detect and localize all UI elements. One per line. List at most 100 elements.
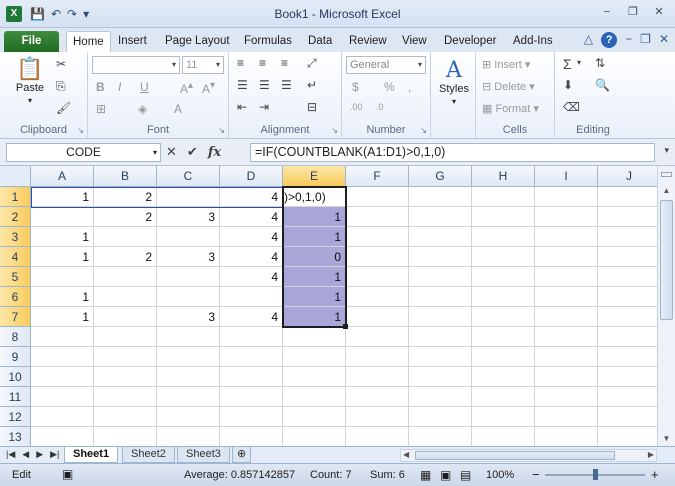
tab-review[interactable]: Review bbox=[343, 31, 393, 52]
percent-button[interactable]: % bbox=[384, 80, 395, 94]
cell-b11[interactable] bbox=[94, 387, 157, 407]
align-center-icon[interactable]: ☰ bbox=[259, 78, 270, 92]
cell-f9[interactable] bbox=[346, 347, 409, 367]
cell-d7[interactable]: 4 bbox=[220, 307, 283, 327]
cell-e11[interactable] bbox=[283, 387, 346, 407]
cell-h2[interactable] bbox=[472, 207, 535, 227]
bold-button[interactable]: B bbox=[96, 80, 105, 94]
merge-center-icon[interactable]: ⊟ bbox=[307, 100, 317, 114]
cell-a2[interactable] bbox=[31, 207, 94, 227]
cell-e2[interactable]: 1 bbox=[283, 207, 346, 227]
increase-decimal-button[interactable]: .00 bbox=[350, 102, 363, 112]
sort-filter-icon[interactable]: ⇅ bbox=[595, 56, 605, 70]
cell-h12[interactable] bbox=[472, 407, 535, 427]
cell-g7[interactable] bbox=[409, 307, 472, 327]
delete-cells-button[interactable]: ⊟ Delete ▾ bbox=[482, 80, 535, 93]
cell-e5[interactable]: 1 bbox=[283, 267, 346, 287]
cell-i11[interactable] bbox=[535, 387, 598, 407]
zoom-out-button[interactable]: − bbox=[532, 467, 540, 482]
cell-i3[interactable] bbox=[535, 227, 598, 247]
font-color-icon[interactable]: A bbox=[174, 102, 182, 116]
cell-j4[interactable] bbox=[598, 247, 657, 267]
cell-b10[interactable] bbox=[94, 367, 157, 387]
cell-j1[interactable] bbox=[598, 187, 657, 207]
paste-button[interactable]: 📋 Paste ▾ bbox=[10, 56, 50, 106]
cell-d1[interactable]: 4 bbox=[220, 187, 283, 207]
cell-a3[interactable]: 1 bbox=[31, 227, 94, 247]
align-middle-icon[interactable]: ≡ bbox=[259, 56, 266, 70]
cell-i2[interactable] bbox=[535, 207, 598, 227]
cell-g9[interactable] bbox=[409, 347, 472, 367]
cell-i4[interactable] bbox=[535, 247, 598, 267]
cell-e10[interactable] bbox=[283, 367, 346, 387]
normal-view-icon[interactable]: ▦ bbox=[420, 468, 431, 482]
enter-icon[interactable]: ✔ bbox=[187, 144, 198, 160]
cell-d5[interactable]: 4 bbox=[220, 267, 283, 287]
cell-h6[interactable] bbox=[472, 287, 535, 307]
cell-d9[interactable] bbox=[220, 347, 283, 367]
cell-f5[interactable] bbox=[346, 267, 409, 287]
fill-icon[interactable]: ⬇ bbox=[563, 78, 573, 92]
cell-j7[interactable] bbox=[598, 307, 657, 327]
restore-button[interactable]: ❐ bbox=[621, 3, 645, 21]
number-format-dropdown[interactable]: General ▾ bbox=[346, 56, 426, 74]
prev-sheet-icon[interactable]: ◀ bbox=[22, 449, 29, 460]
column-header-j[interactable]: J bbox=[598, 166, 657, 187]
cell-b3[interactable] bbox=[94, 227, 157, 247]
cell-j12[interactable] bbox=[598, 407, 657, 427]
alignment-launcher-icon[interactable]: ↘ bbox=[331, 126, 338, 135]
cell-f2[interactable] bbox=[346, 207, 409, 227]
column-header-a[interactable]: A bbox=[31, 166, 94, 187]
cell-i6[interactable] bbox=[535, 287, 598, 307]
cell-a7[interactable]: 1 bbox=[31, 307, 94, 327]
cell-g12[interactable] bbox=[409, 407, 472, 427]
sheet-tab-sheet3[interactable]: Sheet3 bbox=[177, 447, 230, 463]
last-sheet-icon[interactable]: ▶| bbox=[50, 449, 59, 460]
cell-a11[interactable] bbox=[31, 387, 94, 407]
window-restore-icon[interactable]: ❐ bbox=[640, 32, 651, 48]
cell-d11[interactable] bbox=[220, 387, 283, 407]
row-header-11[interactable]: 11 bbox=[0, 387, 31, 407]
expand-formula-bar-icon[interactable]: ▾ bbox=[664, 145, 669, 156]
sheet-tab-sheet2[interactable]: Sheet2 bbox=[122, 447, 175, 463]
cell-j9[interactable] bbox=[598, 347, 657, 367]
cell-d12[interactable] bbox=[220, 407, 283, 427]
horizontal-scrollbar[interactable]: ◀ ▶ bbox=[400, 449, 657, 462]
cell-c10[interactable] bbox=[157, 367, 220, 387]
font-launcher-icon[interactable]: ↘ bbox=[218, 126, 225, 135]
align-left-icon[interactable]: ☰ bbox=[237, 78, 248, 92]
cell-g11[interactable] bbox=[409, 387, 472, 407]
cell-h9[interactable] bbox=[472, 347, 535, 367]
cell-f12[interactable] bbox=[346, 407, 409, 427]
cell-h4[interactable] bbox=[472, 247, 535, 267]
row-header-9[interactable]: 9 bbox=[0, 347, 31, 367]
cell-h8[interactable] bbox=[472, 327, 535, 347]
name-box[interactable]: CODE ▾ bbox=[6, 143, 161, 162]
insert-sheet-icon[interactable]: ⊕ bbox=[232, 447, 252, 463]
cell-i1[interactable] bbox=[535, 187, 598, 207]
cell-b13[interactable] bbox=[94, 427, 157, 446]
cell-h11[interactable] bbox=[472, 387, 535, 407]
cell-c3[interactable] bbox=[157, 227, 220, 247]
italic-button[interactable]: I bbox=[118, 80, 121, 94]
minimize-button[interactable]: − bbox=[595, 3, 619, 21]
row-header-13[interactable]: 13 bbox=[0, 427, 31, 446]
cell-i12[interactable] bbox=[535, 407, 598, 427]
formula-input[interactable]: =IF(COUNTBLANK(A1:D1)>0,1,0) bbox=[250, 143, 655, 162]
cell-e13[interactable] bbox=[283, 427, 346, 446]
cell-c6[interactable] bbox=[157, 287, 220, 307]
cell-e1[interactable]: )>0,1,0) bbox=[283, 187, 346, 207]
decrease-decimal-button[interactable]: .0 bbox=[376, 102, 384, 112]
cell-c13[interactable] bbox=[157, 427, 220, 446]
column-header-d[interactable]: D bbox=[220, 166, 283, 187]
tab-home[interactable]: Home bbox=[66, 31, 111, 52]
select-all-corner[interactable] bbox=[0, 166, 31, 187]
zoom-in-button[interactable]: + bbox=[651, 467, 659, 482]
row-header-3[interactable]: 3 bbox=[0, 227, 31, 247]
help-icon[interactable]: ? bbox=[601, 32, 618, 48]
cell-a12[interactable] bbox=[31, 407, 94, 427]
cell-g1[interactable] bbox=[409, 187, 472, 207]
tab-insert[interactable]: Insert bbox=[112, 31, 153, 52]
cell-g3[interactable] bbox=[409, 227, 472, 247]
cell-f4[interactable] bbox=[346, 247, 409, 267]
